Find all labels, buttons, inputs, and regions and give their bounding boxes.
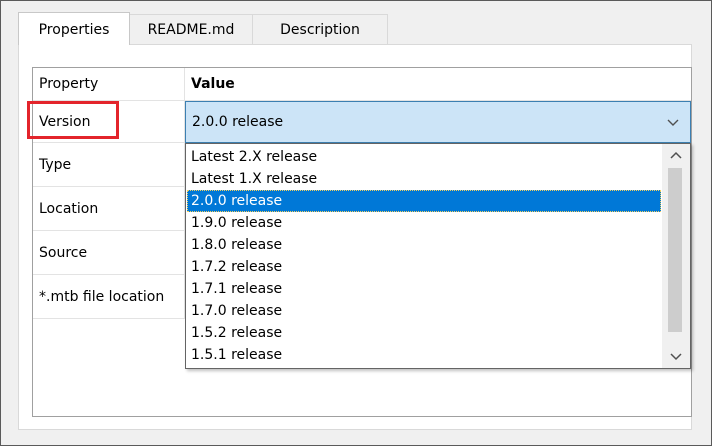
property-column-header: Property	[33, 68, 185, 101]
version-select-value: 2.0.0 release	[192, 114, 284, 130]
scrollbar-thumb[interactable]	[668, 168, 682, 332]
grid-header: Property Value	[33, 68, 691, 101]
dropdown-option[interactable]: 1.5.2 release	[187, 322, 661, 344]
property-name: *.mtb file location	[33, 275, 185, 319]
version-select[interactable]: 2.0.0 release	[185, 101, 691, 143]
tab-readme[interactable]: README.md	[129, 14, 253, 44]
dropdown-option[interactable]: 1.9.0 release	[187, 212, 661, 234]
scroll-up-icon[interactable]	[662, 144, 690, 166]
scroll-down-icon[interactable]	[662, 346, 690, 368]
property-name: Type	[33, 143, 185, 187]
dropdown-option-selected[interactable]: 2.0.0 release	[187, 190, 661, 212]
tab-description[interactable]: Description	[252, 14, 388, 44]
value-column-header: Value	[185, 68, 691, 101]
chevron-down-icon[interactable]	[666, 115, 680, 129]
tab-label: Properties	[38, 22, 110, 38]
dropdown-option[interactable]: 1.7.2 release	[187, 256, 661, 278]
tab-label: README.md	[147, 22, 235, 38]
version-dropdown-list: Latest 2.X release Latest 1.X release 2.…	[185, 143, 691, 369]
version-highlight-box	[27, 101, 119, 139]
dropdown-scrollbar[interactable]	[662, 144, 690, 368]
dropdown-option[interactable]: 1.8.0 release	[187, 234, 661, 256]
dropdown-option[interactable]: 1.7.1 release	[187, 278, 661, 300]
dropdown-option[interactable]: Latest 1.X release	[187, 168, 661, 190]
property-name: Source	[33, 231, 185, 275]
tab-label: Description	[280, 22, 360, 38]
dropdown-option[interactable]: 1.5.1 release	[187, 344, 661, 366]
property-name: Location	[33, 187, 185, 231]
dropdown-option[interactable]: Latest 2.X release	[187, 146, 661, 168]
tab-properties[interactable]: Properties	[18, 12, 130, 45]
dropdown-option[interactable]: 1.7.0 release	[187, 300, 661, 322]
